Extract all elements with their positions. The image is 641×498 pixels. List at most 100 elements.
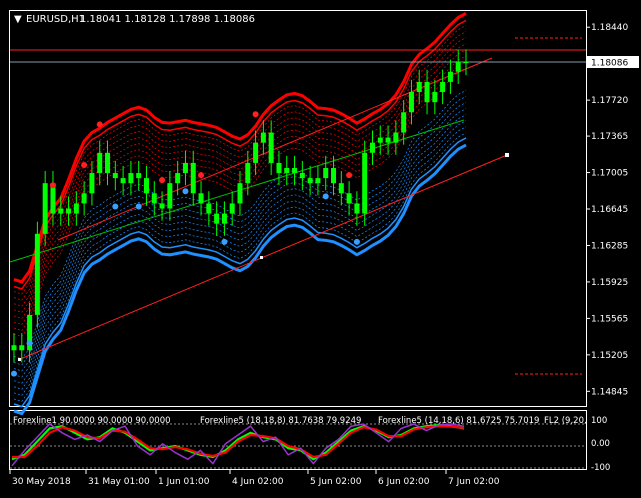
candle-body — [315, 178, 321, 184]
candle-body — [346, 193, 352, 204]
candle-body — [120, 178, 126, 184]
candle-body — [338, 183, 344, 194]
candle-body — [42, 183, 48, 234]
price-tick-label: 1.17365 — [591, 132, 628, 142]
candle-body — [34, 233, 40, 315]
price-tick-label: 1.17005 — [591, 169, 628, 179]
candle-body — [151, 193, 157, 204]
sell-signal-dot — [49, 182, 56, 189]
candle-body — [136, 173, 142, 179]
indicator-level-minus100: -100 — [591, 463, 610, 473]
candle-body — [447, 71, 453, 82]
candle-body — [292, 167, 298, 174]
indicator-level-100: 100 — [591, 416, 607, 426]
candle-body — [167, 183, 173, 209]
candle-body — [237, 183, 243, 204]
trend-anchor-marker — [505, 153, 509, 157]
candle-body — [182, 162, 188, 174]
price-tick-label: 1.17720 — [591, 96, 628, 106]
time-tick-label: 6 Jun 02:00 — [378, 477, 430, 487]
time-tick-label: 5 Jun 02:00 — [310, 477, 362, 487]
buy-signal-dot — [182, 188, 189, 195]
candle-body — [143, 178, 149, 194]
indicator-label-fl2: FL2 (9,20, — [544, 416, 587, 426]
sell-signal-dot — [96, 121, 103, 128]
sell-signal-dot — [252, 111, 259, 118]
buy-signal-dot — [26, 340, 33, 347]
candle-body — [299, 173, 305, 179]
candle-body — [276, 162, 282, 174]
symbol-label: EURUSD,H1 — [26, 14, 85, 25]
candle-body — [455, 61, 461, 72]
candle-body — [66, 208, 72, 214]
time-tick-label: 1 Jun 01:00 — [158, 477, 210, 487]
candle-body — [245, 162, 251, 184]
candle-body — [408, 92, 414, 113]
candle-body — [214, 213, 220, 224]
sell-signal-dot — [81, 161, 88, 168]
candle-body — [362, 152, 368, 214]
candle-body — [73, 203, 79, 214]
candle-body — [463, 61, 469, 64]
candle-body — [112, 173, 118, 179]
candle-body — [416, 81, 422, 93]
candle-body — [229, 203, 235, 214]
candle-body — [89, 173, 95, 194]
candle-body — [58, 208, 64, 214]
candle-body — [159, 203, 165, 209]
candle-body — [260, 132, 266, 143]
price-tick-label: 1.15925 — [591, 278, 628, 288]
price-tick-label: 1.15205 — [591, 351, 628, 361]
trend-anchor-marker — [18, 358, 21, 361]
candle-body — [253, 142, 259, 163]
sell-signal-dot — [198, 172, 205, 179]
current-price-label: 1.18086 — [591, 59, 628, 69]
buy-signal-dot — [221, 238, 228, 245]
candle-body — [206, 203, 212, 214]
candle-body — [393, 132, 399, 143]
candle-body — [19, 345, 25, 351]
sell-signal-dot — [159, 177, 166, 184]
candle-body — [424, 81, 430, 103]
candle-body — [440, 81, 446, 93]
candle-body — [105, 152, 111, 174]
collapse-triangle-icon[interactable]: ▼ — [14, 14, 22, 25]
candle-body — [221, 213, 227, 224]
candle-body — [307, 178, 313, 184]
indicator-level-0: 0.00 — [591, 439, 610, 449]
price-tick-label: 1.15565 — [591, 314, 628, 324]
time-tick-label: 30 May 2018 — [12, 477, 71, 487]
trading-chart[interactable]: ▼ EURUSD,H1 1.18041 1.18128 1.17898 1.18… — [0, 0, 641, 498]
time-tick-label: 31 May 01:00 — [88, 477, 150, 487]
candle-body — [354, 203, 360, 214]
candle-body — [284, 167, 290, 174]
candle-body — [385, 137, 391, 143]
candle-body — [323, 167, 329, 179]
candle-body — [175, 173, 181, 184]
indicator-label-forexline5-b: Forexline5 (14,18,6) 81.6725 75.7019 — [378, 416, 539, 426]
indicator-label-forexline1: Forexline1 90.0000 90.0000 90.0000 — [13, 416, 171, 426]
candle-body — [81, 193, 87, 204]
buy-signal-dot — [353, 238, 360, 245]
candle-body — [128, 173, 134, 184]
candle-body — [97, 152, 103, 174]
time-tick-label: 7 Jun 02:00 — [448, 477, 500, 487]
candle-body — [268, 132, 274, 163]
buy-signal-dot — [322, 193, 329, 200]
ohlc-label: 1.18041 1.18128 1.17898 1.18086 — [80, 14, 255, 25]
candle-body — [401, 112, 407, 133]
candle-body — [331, 167, 337, 184]
price-tick-label: 1.14845 — [591, 387, 628, 397]
trend-anchor-marker — [260, 256, 263, 259]
buy-signal-dot — [112, 203, 119, 210]
candle-body — [377, 137, 383, 143]
candle-body — [369, 142, 375, 153]
sell-signal-dot — [346, 172, 353, 179]
candle-body — [432, 92, 438, 103]
time-tick-label: 4 Jun 02:00 — [232, 477, 284, 487]
buy-signal-dot — [135, 203, 142, 210]
price-tick-label: 1.18440 — [591, 23, 628, 33]
price-tick-label: 1.16285 — [591, 241, 628, 251]
candle-body — [190, 162, 196, 194]
candle-body — [198, 193, 204, 204]
